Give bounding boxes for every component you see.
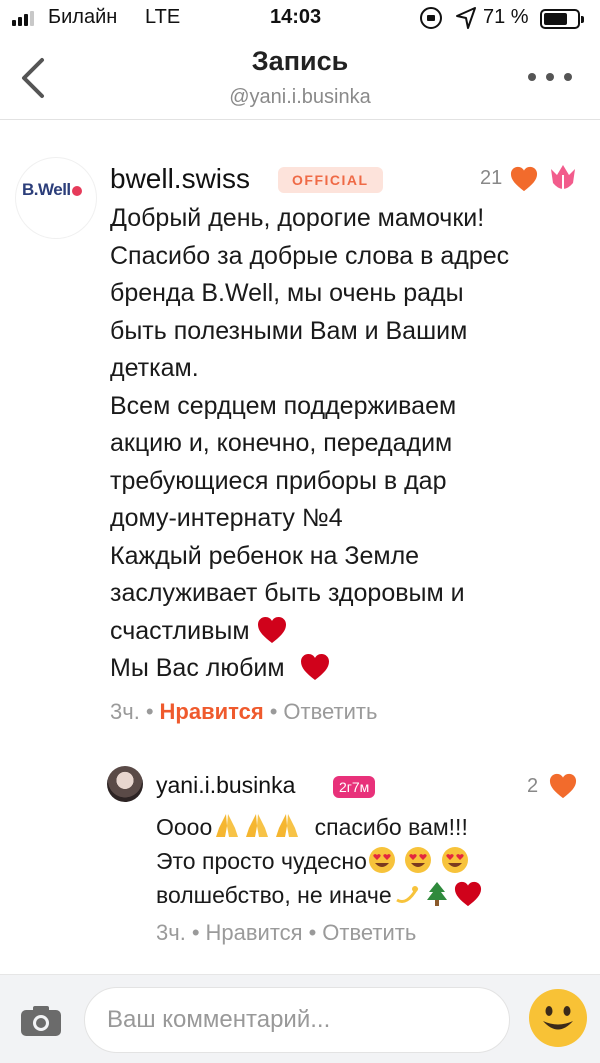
tree-emoji-icon: [426, 882, 447, 906]
status-time: 14:03: [270, 6, 322, 28]
red-heart-emoji-icon: [299, 652, 331, 682]
avatar[interactable]: B.Well: [16, 158, 96, 238]
heart-eyes-emoji-icon: [441, 846, 469, 874]
red-heart-emoji-icon: [453, 880, 483, 908]
reply-line: Оооо спасибо вам!!!: [156, 812, 468, 840]
pray-emoji-icon: [273, 812, 301, 840]
reply-button[interactable]: Ответить: [283, 699, 377, 724]
reply-button[interactable]: Ответить: [322, 920, 416, 945]
reply-avatar[interactable]: [107, 766, 143, 802]
rotation-lock-icon: [420, 7, 442, 29]
reply-line: Это просто чудесно: [156, 844, 586, 878]
signal-strength-icon: [12, 10, 34, 26]
tulip-icon[interactable]: [548, 163, 578, 195]
level-badge: 2г7м: [333, 776, 376, 798]
reply-meta: 3ч. • Нравится • Ответить: [156, 920, 417, 945]
red-heart-emoji-icon: [256, 615, 288, 645]
pray-emoji-icon: [213, 812, 241, 840]
comment-line: Добрый день, дорогие мамочки!: [110, 204, 485, 232]
comment-line: деткам.: [110, 354, 199, 382]
reply-author[interactable]: yani.i.businka: [156, 772, 295, 799]
comment-line: дому-интернату №4: [110, 504, 343, 532]
comment-line-with-emoji: Мы Вас любим: [110, 650, 590, 688]
heart-icon[interactable]: [548, 772, 578, 800]
comment-line: быть полезными Вам и Вашим: [110, 316, 468, 345]
comment-time: 3ч.: [110, 699, 140, 724]
comment-input[interactable]: [84, 987, 510, 1053]
reply-time: 3ч.: [156, 920, 186, 945]
carrier-name: Билайн: [48, 6, 118, 28]
battery-percent: 71 %: [483, 6, 529, 28]
comment-author[interactable]: bwell.swiss: [110, 163, 250, 195]
pray-emoji-icon: [243, 812, 271, 840]
comment-line: Каждый ребенок на Земле: [110, 541, 420, 570]
like-button[interactable]: Нравится: [160, 699, 264, 724]
nav-header: Запись @yani.i.businka: [0, 40, 600, 120]
status-bar: Билайн LTE 14:03 71 %: [0, 0, 600, 40]
battery-icon: [540, 9, 584, 29]
heart-eyes-emoji-icon: [404, 846, 432, 874]
official-badge: OFFICIAL: [278, 167, 383, 193]
comment-line: Всем сердцем поддерживаем: [110, 391, 457, 420]
reply-like-count: 2: [527, 775, 539, 797]
page-subtitle[interactable]: @yani.i.businka: [0, 86, 600, 109]
like-button[interactable]: Нравится: [206, 920, 303, 945]
camera-icon[interactable]: [20, 1005, 62, 1037]
network-type: LTE: [145, 6, 181, 28]
smile-icon[interactable]: [528, 988, 588, 1048]
comment-like-count: 21: [480, 167, 503, 189]
location-arrow-icon: [456, 7, 476, 29]
comment-composer: [0, 974, 600, 1063]
comment-line: акцию и, конечно, передадим: [110, 429, 453, 457]
comment-text: Добрый день, дорогие мамочки! Спасибо за…: [110, 200, 590, 688]
reply-text: Оооо спасибо вам!!! Это просто чудесно в…: [156, 810, 586, 912]
heart-eyes-emoji-icon: [368, 846, 396, 874]
more-icon[interactable]: [528, 70, 572, 84]
heart-icon[interactable]: [509, 165, 539, 193]
comment-meta: 3ч. • Нравится • Ответить: [110, 699, 378, 724]
brand-logo: B.Well: [22, 180, 92, 200]
reply-line: волшебство, не иначе: [156, 878, 586, 912]
page-title: Запись: [251, 46, 349, 76]
comment-line: Спасибо за добрые слова в адрес: [110, 241, 510, 270]
comment-line: заслуживает быть здоровым и: [110, 579, 465, 607]
comment-line-with-emoji: счастливым: [110, 613, 590, 651]
sparkle-emoji-icon: [395, 886, 418, 903]
comment-line: бренда B.Well, мы очень рады: [110, 279, 464, 307]
comment-line: требующиеся приборы в дар: [110, 466, 447, 495]
